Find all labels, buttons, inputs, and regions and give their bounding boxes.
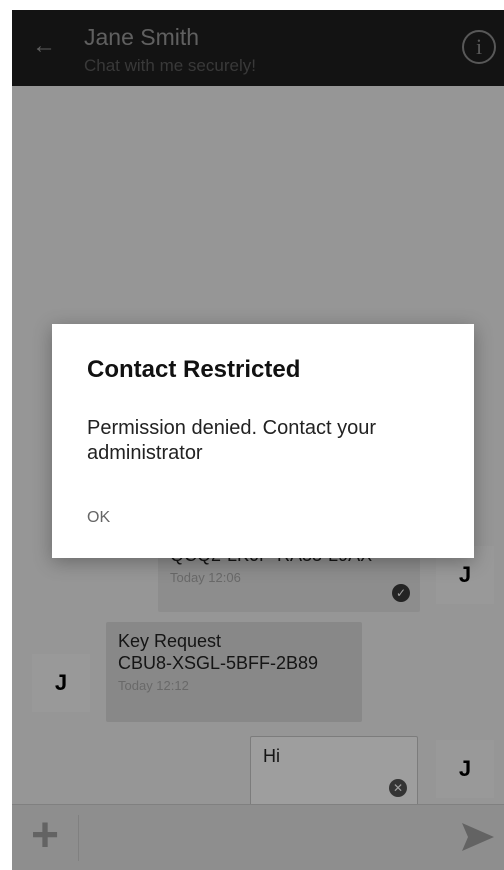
ok-button[interactable]: OK xyxy=(87,500,143,536)
dialog-title: Contact Restricted xyxy=(87,356,301,383)
dialog-message: Permission denied. Contact your administ… xyxy=(87,417,377,464)
chat-screen: ← Jane Smith Chat with me securely! i QC… xyxy=(12,10,504,870)
restricted-dialog: Contact Restricted Permission denied. Co… xyxy=(52,324,474,558)
